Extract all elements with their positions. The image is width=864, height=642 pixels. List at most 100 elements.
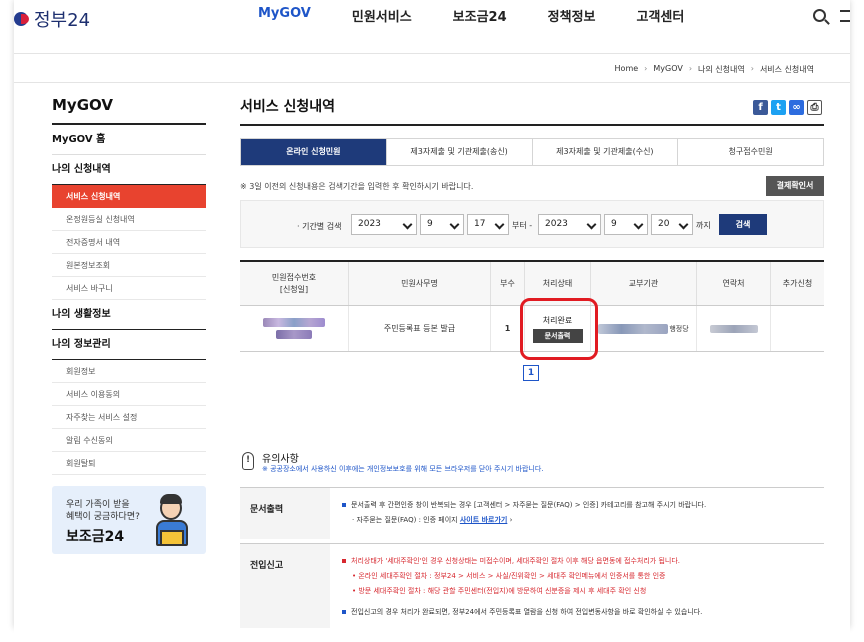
search-icon[interactable] xyxy=(813,9,826,22)
breadcrumb-bar: Home › MyGOV › 나의 신청내역 › 서비스 신청내역 xyxy=(14,55,850,83)
to-suffix-text: 까지 xyxy=(696,221,711,230)
top-header: 정부24 MyGOV 민원서비스 보조금24 정책정보 고객센터 xyxy=(14,0,850,54)
doc-print-line1: 문서출력 후 간편인증 창이 반복되는 경우 [고객센터 > 자주묻는 질문(F… xyxy=(351,501,707,509)
breadcrumb-separator: › xyxy=(644,64,648,73)
pagination-page[interactable]: 1 xyxy=(523,365,539,381)
doc-print-body: 문서출력 후 간편인증 창이 반복되는 경우 [고객센터 > 자주묻는 질문(F… xyxy=(330,488,824,539)
sidebar: MyGOV MyGOV 홈 나의 신청내역 서비스 신청내역 온정원등실 신청내… xyxy=(52,96,206,475)
info-icon: ! xyxy=(242,452,254,470)
print-icon[interactable]: ⎙ xyxy=(807,100,822,115)
promo-title: 보조금24 xyxy=(66,529,125,545)
blurred-contact xyxy=(709,324,758,333)
tab-third-party-sent[interactable]: 제3자제출 및 기관제출(송신) xyxy=(385,139,532,165)
promo-line2: 혜택이 궁금하다면? xyxy=(66,512,140,522)
page-title: 서비스 신청내역 f t ∞ ⎙ xyxy=(240,96,824,126)
page-title-text: 서비스 신청내역 xyxy=(240,99,336,115)
breadcrumb-mygov[interactable]: MyGOV xyxy=(653,64,682,75)
additional-cell xyxy=(770,306,824,351)
sidebar-group-my-applications[interactable]: 나의 신청내역 xyxy=(52,155,206,185)
doc-print-head: 문서출력 xyxy=(240,488,330,539)
doc-print-line2: 자주묻는 질문(FAQ) : 인증 페이지 xyxy=(356,516,458,524)
main-nav: MyGOV 민원서비스 보조금24 정책정보 고객센터 xyxy=(258,6,725,25)
breadcrumb-my-applications[interactable]: 나의 신청내역 xyxy=(698,64,745,75)
nav-civil-service[interactable]: 민원서비스 xyxy=(352,6,412,25)
breadcrumb-separator: › xyxy=(688,64,693,73)
page-bottom-edge xyxy=(14,628,850,642)
from-day-select[interactable]: 17 xyxy=(467,214,509,235)
period-notice: ※ 3일 이전의 신청내용은 검색기간을 입력한 후 확인하시기 바랍니다. xyxy=(240,182,474,191)
col-count: 부수 xyxy=(490,262,524,305)
twitter-icon[interactable]: t xyxy=(771,100,786,115)
share-toolbar: f t ∞ ⎙ xyxy=(753,100,822,115)
tab-claim-receipts[interactable]: 청구접수민원 xyxy=(677,139,823,165)
move-in-line1: 처리상태가 '세대주확인'인 경우 신청상태는 미접수이며, 세대주확인 절차 … xyxy=(351,557,681,565)
service-name-cell[interactable]: 주민등록표 등본 발급 xyxy=(348,306,490,351)
application-tabs: 온라인 신청민원 제3자제출 및 기관제출(송신) 제3자제출 및 기관제출(수… xyxy=(240,138,824,166)
faq-link[interactable]: 사이트 바로가기 xyxy=(460,516,508,524)
sidebar-item-notification-consent[interactable]: 알림 수신동의 xyxy=(52,429,206,452)
menu-icon[interactable] xyxy=(840,10,850,22)
breadcrumb-separator: › xyxy=(750,64,754,73)
payment-confirmation-button[interactable]: 결제확인서 xyxy=(766,176,824,196)
nav-subsidy24[interactable]: 보조금24 xyxy=(453,6,507,25)
character-illustration xyxy=(148,492,196,550)
col-receipt-number: 민원접수번호 [신청일] xyxy=(271,272,317,294)
col-contact: 연락처 xyxy=(696,262,770,305)
sidebar-item-service-applications[interactable]: 서비스 신청내역 xyxy=(52,185,206,208)
link-icon[interactable]: ∞ xyxy=(789,100,804,115)
sidebar-group-life-info[interactable]: 나의 생활정보 xyxy=(52,300,206,330)
blurred-receipt-date xyxy=(276,330,312,339)
sidebar-item-e-certificates[interactable]: 전자증명서 내역 xyxy=(52,231,206,254)
breadcrumb: Home › MyGOV › 나의 신청내역 › 서비스 신청내역 xyxy=(615,64,814,75)
contact-cell xyxy=(696,306,770,351)
nav-customer-center[interactable]: 고객센터 xyxy=(637,6,685,25)
facebook-icon[interactable]: f xyxy=(753,100,768,115)
caution-title: 유의사항 xyxy=(262,454,299,465)
tab-online-applications[interactable]: 온라인 신청민원 xyxy=(241,139,386,165)
from-suffix-text: 부터 - xyxy=(512,221,533,230)
sidebar-group-info-management[interactable]: 나의 정보관리 xyxy=(52,330,206,360)
bullet-icon xyxy=(342,503,346,507)
logo-icon xyxy=(14,12,29,26)
move-in-line2: 온라인 세대주확인 절차 : 정부24 > 서비스 > 사실/진위확인 > 세대… xyxy=(358,572,666,580)
to-year-select[interactable]: 2023 xyxy=(538,214,601,235)
period-search-box: · 기간별 검색 2023 9 17 부터 - 2023 9 20 까지 검색 xyxy=(240,200,824,248)
col-service-name: 민원사무명 xyxy=(348,262,490,305)
from-month-select[interactable]: 9 xyxy=(420,214,464,235)
col-additional: 추가신청 xyxy=(770,262,824,305)
agency-suffix: 행정당 xyxy=(669,324,689,333)
search-button[interactable]: 검색 xyxy=(719,214,767,235)
sidebar-item-mygov-home[interactable]: MyGOV 홈 xyxy=(52,125,206,155)
agency-cell: 행정당 xyxy=(590,306,696,351)
sidebar-item-service-basket[interactable]: 서비스 바구니 xyxy=(52,277,206,300)
move-in-line4: 전입신고의 경우 처리가 완료되면, 정부24에서 주민등록표 열람을 신청 하… xyxy=(351,608,703,616)
move-in-head: 전입신고 xyxy=(240,544,330,628)
col-agency: 교부기관 xyxy=(590,262,696,305)
nav-mygov[interactable]: MyGOV xyxy=(258,6,311,25)
sidebar-item-member-info[interactable]: 회원정보 xyxy=(52,360,206,383)
sidebar-item-warm-applications[interactable]: 온정원등실 신청내역 xyxy=(52,208,206,231)
move-in-body: 처리상태가 '세대주확인'인 경우 신청상태는 미접수이며, 세대주확인 절차 … xyxy=(330,544,824,628)
period-search-label: · 기간별 검색 xyxy=(297,222,342,231)
doc-print-info: 문서출력 문서출력 후 간편인증 창이 반복되는 경우 [고객센터 > 자주묻는… xyxy=(240,487,824,539)
bullet-icon xyxy=(342,610,346,614)
to-day-select[interactable]: 20 xyxy=(651,214,693,235)
site-logo[interactable]: 정부24 xyxy=(14,8,91,31)
subsidy-promo-banner[interactable]: 우리 가족이 받을 혜택이 궁금하다면? 보조금24 xyxy=(52,486,206,554)
logo-text: 정부24 xyxy=(34,10,91,31)
from-year-select[interactable]: 2023 xyxy=(351,214,417,235)
sidebar-item-service-consent[interactable]: 서비스 이용동의 xyxy=(52,383,206,406)
highlight-annotation xyxy=(520,298,598,360)
to-month-select[interactable]: 9 xyxy=(604,214,648,235)
browser-page: 정부24 MyGOV 민원서비스 보조금24 정책정보 고객센터 Home › … xyxy=(14,0,850,628)
breadcrumb-current: 서비스 신청내역 xyxy=(759,65,814,74)
tab-third-party-received[interactable]: 제3자제출 및 기관제출(수신) xyxy=(531,139,678,165)
nav-policy-info[interactable]: 정책정보 xyxy=(548,6,596,25)
sidebar-item-favorite-settings[interactable]: 자주찾는 서비스 설정 xyxy=(52,406,206,429)
count-cell: 1 xyxy=(490,306,524,351)
sidebar-item-original-info[interactable]: 원본정보조회 xyxy=(52,254,206,277)
sidebar-item-withdraw[interactable]: 회원탈퇴 xyxy=(52,452,206,475)
breadcrumb-home[interactable]: Home xyxy=(615,64,639,75)
main-content: 서비스 신청내역 f t ∞ ⎙ 온라인 신청민원 제3자제출 및 기관제출(송… xyxy=(240,96,824,628)
move-in-info: 전입신고 처리상태가 '세대주확인'인 경우 신청상태는 미접수이며, 세대주확… xyxy=(240,543,824,628)
